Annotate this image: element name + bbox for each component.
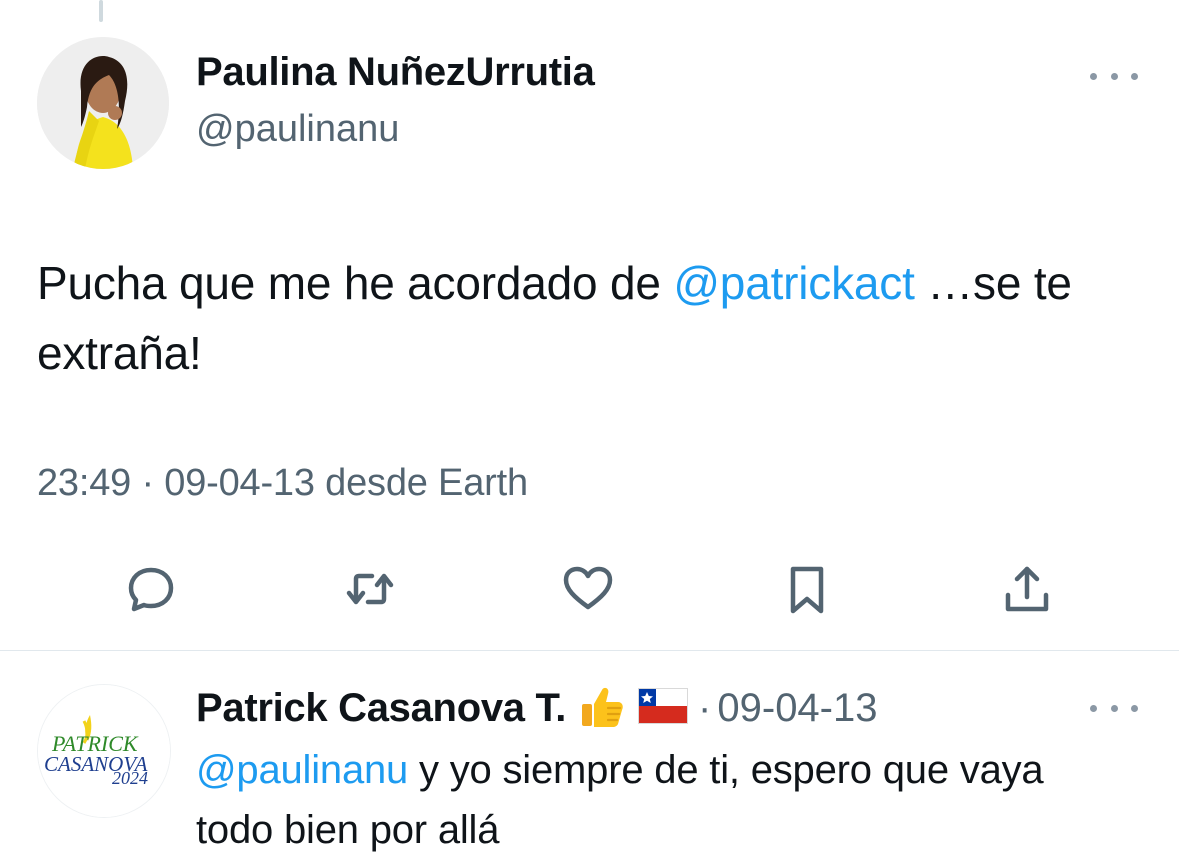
more-dot-icon bbox=[1090, 704, 1097, 712]
more-dot-icon bbox=[1110, 704, 1118, 712]
meta-separator: · bbox=[698, 685, 712, 730]
tweet-date[interactable]: 09-04-13 bbox=[164, 462, 315, 504]
thumbs-up-icon bbox=[578, 682, 626, 735]
reply-body: @paulinanu y yo siempre de ti, espero qu… bbox=[196, 740, 1096, 860]
share-button[interactable] bbox=[994, 556, 1060, 622]
meta-separator: · bbox=[141, 462, 154, 504]
speech-bubble-icon bbox=[128, 567, 174, 612]
campaign-logo: PATRICK CASANOVA 2024 bbox=[38, 685, 170, 817]
logo-year: 2024 bbox=[112, 768, 148, 788]
tweet-metadata: 23:49 · 09-04-13 desde Earth bbox=[37, 462, 528, 505]
more-dot-icon bbox=[1110, 72, 1118, 80]
heart-icon bbox=[563, 566, 613, 610]
retweet-button[interactable] bbox=[337, 556, 403, 622]
more-dot-icon bbox=[1090, 72, 1097, 80]
avatar-photo bbox=[37, 37, 169, 169]
tweet-source: desde Earth bbox=[325, 462, 528, 504]
retweet-icon bbox=[346, 573, 394, 605]
thread-connector-line bbox=[99, 0, 103, 22]
more-dot-icon bbox=[1131, 704, 1138, 712]
bookmark-icon bbox=[790, 566, 824, 614]
more-dot-icon bbox=[1131, 72, 1138, 80]
tweet-time[interactable]: 23:49 bbox=[37, 462, 131, 504]
tweet-body: Pucha que me he acordado de @patrickact … bbox=[37, 248, 1147, 388]
reply-author-avatar[interactable]: PATRICK CASANOVA 2024 bbox=[37, 684, 171, 818]
author-handle[interactable]: @paulinanu bbox=[196, 108, 399, 151]
reply-header: Patrick Casanova T. · 09-04-13 bbox=[196, 682, 878, 734]
divider bbox=[0, 650, 1179, 651]
reply-button[interactable] bbox=[118, 556, 184, 622]
tweet-text-start: Pucha que me he acordado de bbox=[37, 257, 674, 309]
author-avatar[interactable] bbox=[37, 37, 169, 169]
action-bar bbox=[0, 556, 1179, 622]
share-icon bbox=[1005, 566, 1049, 612]
reply-author-name[interactable]: Patrick Casanova T. bbox=[196, 686, 566, 731]
reply-mention-link[interactable]: @paulinanu bbox=[196, 748, 408, 792]
like-button[interactable] bbox=[555, 556, 621, 622]
chile-flag-icon bbox=[638, 687, 689, 729]
more-options-button[interactable] bbox=[1090, 66, 1138, 86]
reply-date[interactable]: 09-04-13 bbox=[717, 686, 877, 731]
reply-more-options-button[interactable] bbox=[1090, 698, 1138, 718]
bookmark-button[interactable] bbox=[774, 556, 840, 622]
author-name[interactable]: Paulina NuñezUrrutia bbox=[196, 50, 595, 95]
mention-link[interactable]: @patrickact bbox=[673, 257, 915, 309]
